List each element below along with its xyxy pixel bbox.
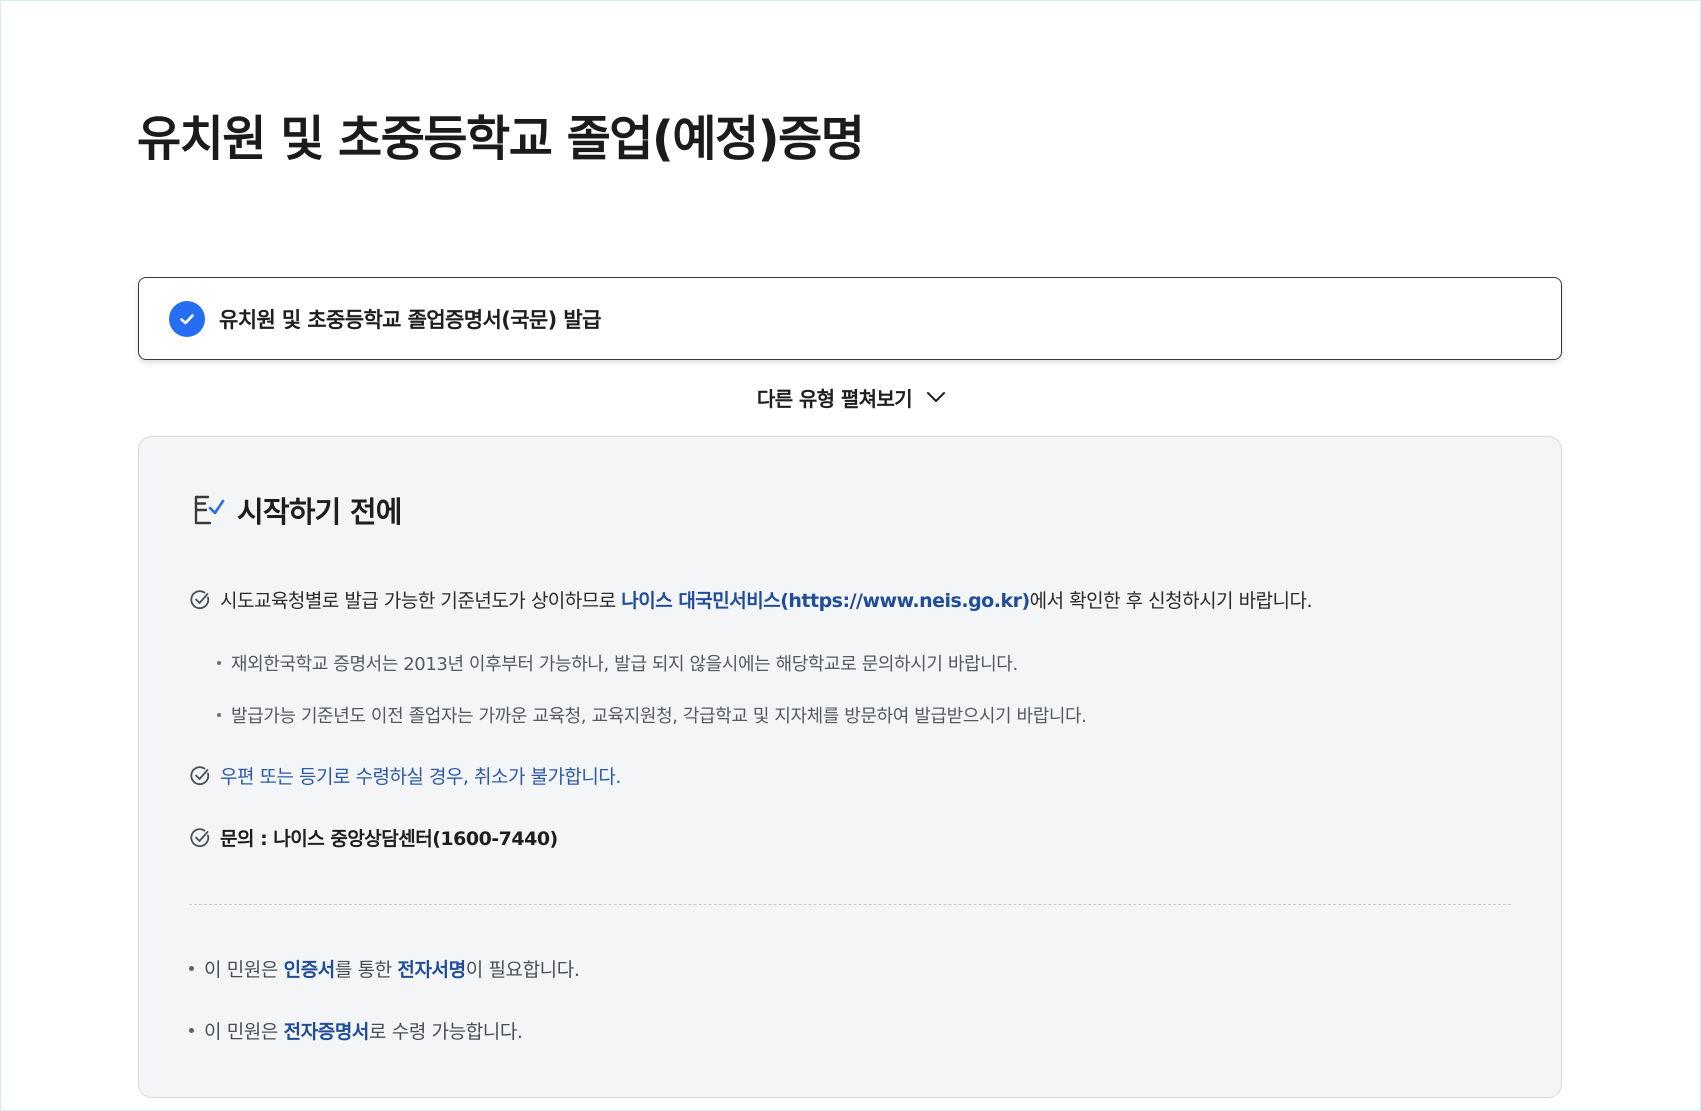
before-start-heading: 시작하기 전에 — [191, 489, 402, 531]
circle-check-icon — [189, 827, 211, 849]
neis-service-link[interactable]: 나이스 대국민서비스(https://www.neis.go.kr) — [621, 590, 1030, 612]
sub-item-earlier-graduates-text: 발급가능 기준년도 이전 졸업자는 가까운 교육청, 교육지원청, 각급학교 및… — [231, 706, 1087, 727]
info-item-mail-text: 우편 또는 등기로 수령하실 경우, 취소가 불가합니다. — [220, 766, 621, 788]
info-item-year-text-before: 시도교육청별로 발급 가능한 기준년도가 상이하므로 — [220, 590, 622, 612]
e-certificate-highlight: 전자증명서 — [283, 1021, 370, 1043]
note-signature-prefix: 이 민원은 — [204, 959, 284, 981]
certificate-highlight: 인증서 — [283, 959, 336, 981]
chevron-down-icon — [926, 391, 946, 403]
info-item-year-text-after: 에서 확인한 후 신청하시기 바랍니다. — [1029, 590, 1313, 612]
note-signature: 이 민원은 인증서를 통한 전자서명이 필요합니다. — [189, 955, 580, 982]
bullet-dot — [189, 966, 194, 971]
bullet-dot — [189, 1028, 194, 1033]
selected-certificate-type[interactable]: 유치원 및 초중등학교 졸업증명서(국문) 발급 — [138, 277, 1562, 360]
note-signature-mid: 를 통한 — [334, 959, 398, 981]
e-signature-highlight: 전자서명 — [397, 959, 466, 981]
sub-item-overseas: 재외한국학교 증명서는 2013년 이후부터 가능하나, 발급 되지 않을시에는… — [217, 650, 1018, 676]
page-title: 유치원 및 초중등학교 졸업(예정)증명 — [137, 111, 865, 167]
expand-other-types-button[interactable]: 다른 유형 펼쳐보기 — [1, 379, 1701, 415]
expand-toggle-label: 다른 유형 펼쳐보기 — [756, 386, 913, 411]
before-start-title: 시작하기 전에 — [237, 495, 402, 529]
note-e-certificate-prefix: 이 민원은 — [204, 1021, 284, 1043]
sub-item-earlier-graduates: 발급가능 기준년도 이전 졸업자는 가까운 교육청, 교육지원청, 각급학교 및… — [217, 702, 1087, 728]
info-item-contact-text: 문의 : 나이스 중앙상담센터(1600-7440) — [220, 828, 558, 850]
bullet-dot — [217, 661, 221, 665]
circle-check-icon — [189, 589, 211, 611]
info-item-contact: 문의 : 나이스 중앙상담센터(1600-7440) — [189, 824, 558, 851]
bullet-dot — [217, 713, 221, 717]
note-signature-suffix: 이 필요합니다. — [465, 959, 580, 981]
before-start-panel: 시작하기 전에 시도교육청별로 발급 가능한 기준년도가 상이하므로 나이스 대… — [138, 436, 1562, 1098]
sub-item-overseas-text: 재외한국학교 증명서는 2013년 이후부터 가능하나, 발급 되지 않을시에는… — [231, 654, 1018, 675]
circle-check-icon — [189, 765, 211, 787]
selected-type-label: 유치원 및 초중등학교 졸업증명서(국문) 발급 — [219, 307, 601, 332]
info-item-year: 시도교육청별로 발급 가능한 기준년도가 상이하므로 나이스 대국민서비스(ht… — [189, 586, 1313, 613]
note-e-certificate-suffix: 로 수령 가능합니다. — [369, 1021, 523, 1043]
check-circle-icon — [169, 300, 205, 337]
section-divider — [189, 904, 1511, 905]
checklist-icon — [191, 493, 225, 527]
info-item-mail: 우편 또는 등기로 수령하실 경우, 취소가 불가합니다. — [189, 762, 621, 789]
note-e-certificate: 이 민원은 전자증명서로 수령 가능합니다. — [189, 1017, 523, 1044]
